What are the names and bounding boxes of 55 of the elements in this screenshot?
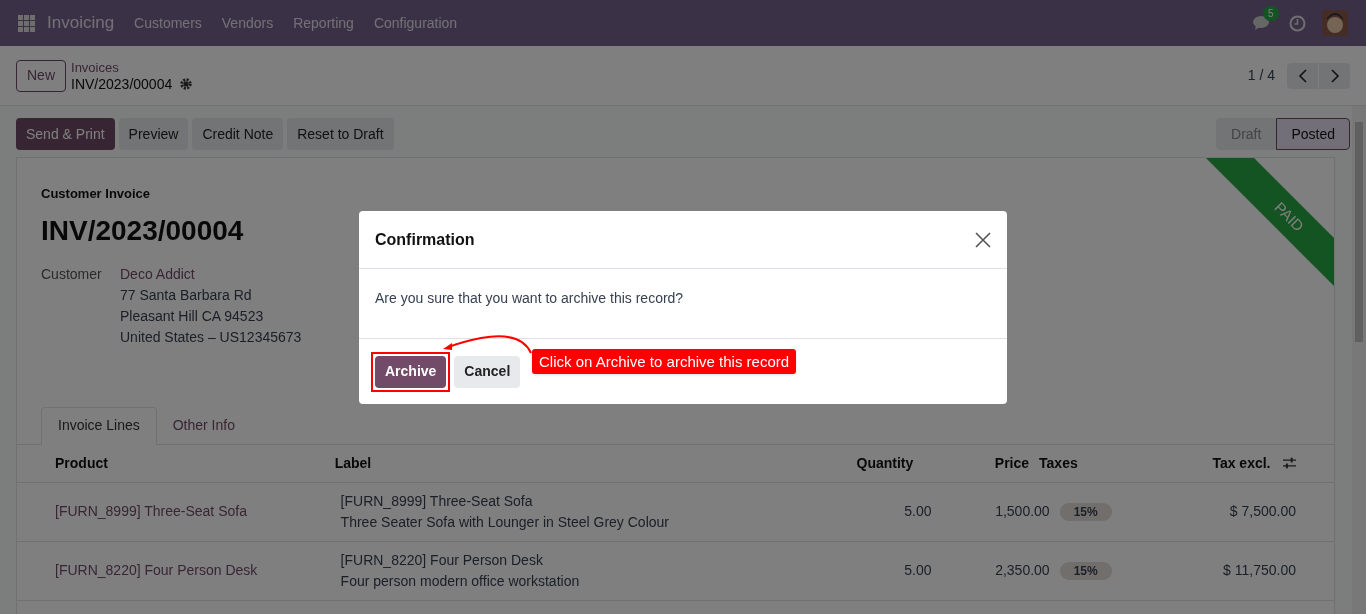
scrollbar[interactable] <box>1352 106 1366 614</box>
action-button[interactable]: Credit Note <box>192 118 284 150</box>
callout-label: Click on Archive to archive this record <box>532 349 797 374</box>
product-link[interactable]: [FURN_8220] Four Person Desk <box>55 560 341 581</box>
new-button[interactable]: New <box>16 59 66 92</box>
table-cell-text: 1,500.00 <box>994 502 1051 521</box>
tax-tag: 15% <box>1059 562 1112 580</box>
table-cell-text: 5.00 <box>903 502 932 521</box>
notification-badge: 5 <box>1263 6 1279 21</box>
product-link[interactable]: [FURN_8999] Three-Seat Sofa <box>55 501 341 522</box>
action-button[interactable]: Reset to Draft <box>287 118 394 150</box>
action-button[interactable]: Preview <box>118 118 189 150</box>
dialog-button[interactable]: Archive <box>375 355 447 388</box>
next-button[interactable] <box>1319 62 1350 89</box>
address-line: 77 Santa Barbara Rd <box>120 285 253 305</box>
chevron-left-icon <box>1297 68 1308 83</box>
address-line: United States – US12345673 <box>120 327 302 347</box>
notebook-tab[interactable]: Invoice Lines <box>41 406 157 445</box>
invoice-number: INV/2023/00004 <box>41 213 244 248</box>
table-cell-text: $ 11,750.00 <box>1222 561 1296 580</box>
status-step[interactable]: Posted <box>1276 118 1350 150</box>
column-header[interactable]: Quantity <box>730 452 914 474</box>
column-header[interactable]: Tax excl. <box>1125 452 1271 474</box>
customer-link[interactable]: Deco Addict <box>120 263 302 285</box>
table-cell-text: $ 7,500.00 <box>1228 502 1296 521</box>
apps-grid-icon[interactable] <box>18 14 35 32</box>
notebook-tab[interactable]: Other Info <box>156 406 251 445</box>
pager-counter: 1 / 4 <box>1247 66 1275 85</box>
field-label: Customer <box>41 264 103 284</box>
table-cell-text: 5.00 <box>903 561 932 580</box>
previous-button[interactable] <box>1287 62 1318 89</box>
sliders-icon[interactable] <box>1282 457 1296 469</box>
column-header[interactable]: Label <box>334 452 731 474</box>
table-cell-text: 2,350.00 <box>994 561 1051 580</box>
gear-icon[interactable] <box>180 77 193 90</box>
dialog-title: Confirmation <box>375 229 475 250</box>
user-avatar-icon[interactable] <box>1322 10 1348 36</box>
address-line: Pleasant Hill CA 94523 <box>120 306 265 326</box>
line-label: [FURN_8220] Four Person Desk <box>340 550 544 570</box>
line-label: [FURN_8999] Three-Seat Sofa <box>340 491 534 511</box>
action-button[interactable]: Send & Print <box>16 118 115 150</box>
chevron-right-icon <box>1329 68 1340 83</box>
column-header[interactable]: Taxes <box>1039 452 1126 474</box>
invoice-type: Customer Invoice <box>41 185 152 203</box>
tax-tag: 15% <box>1059 503 1112 521</box>
dialog-message: Are you sure that you want to archive this record? <box>375 290 684 306</box>
line-label: Three Seater Sofa with Lounger in Steel Grey Colour <box>340 512 670 532</box>
breadcrumb-link[interactable]: Invoices <box>71 59 193 76</box>
dialog-button[interactable]: Cancel <box>454 355 521 388</box>
line-label: Four person modern office workstation <box>340 571 581 591</box>
column-header[interactable]: Product <box>55 452 335 474</box>
clock-icon[interactable] <box>1289 14 1306 32</box>
close-icon[interactable] <box>975 231 991 248</box>
column-header[interactable]: Price <box>913 452 1040 474</box>
record-title: INV/2023/00004 <box>71 75 173 92</box>
